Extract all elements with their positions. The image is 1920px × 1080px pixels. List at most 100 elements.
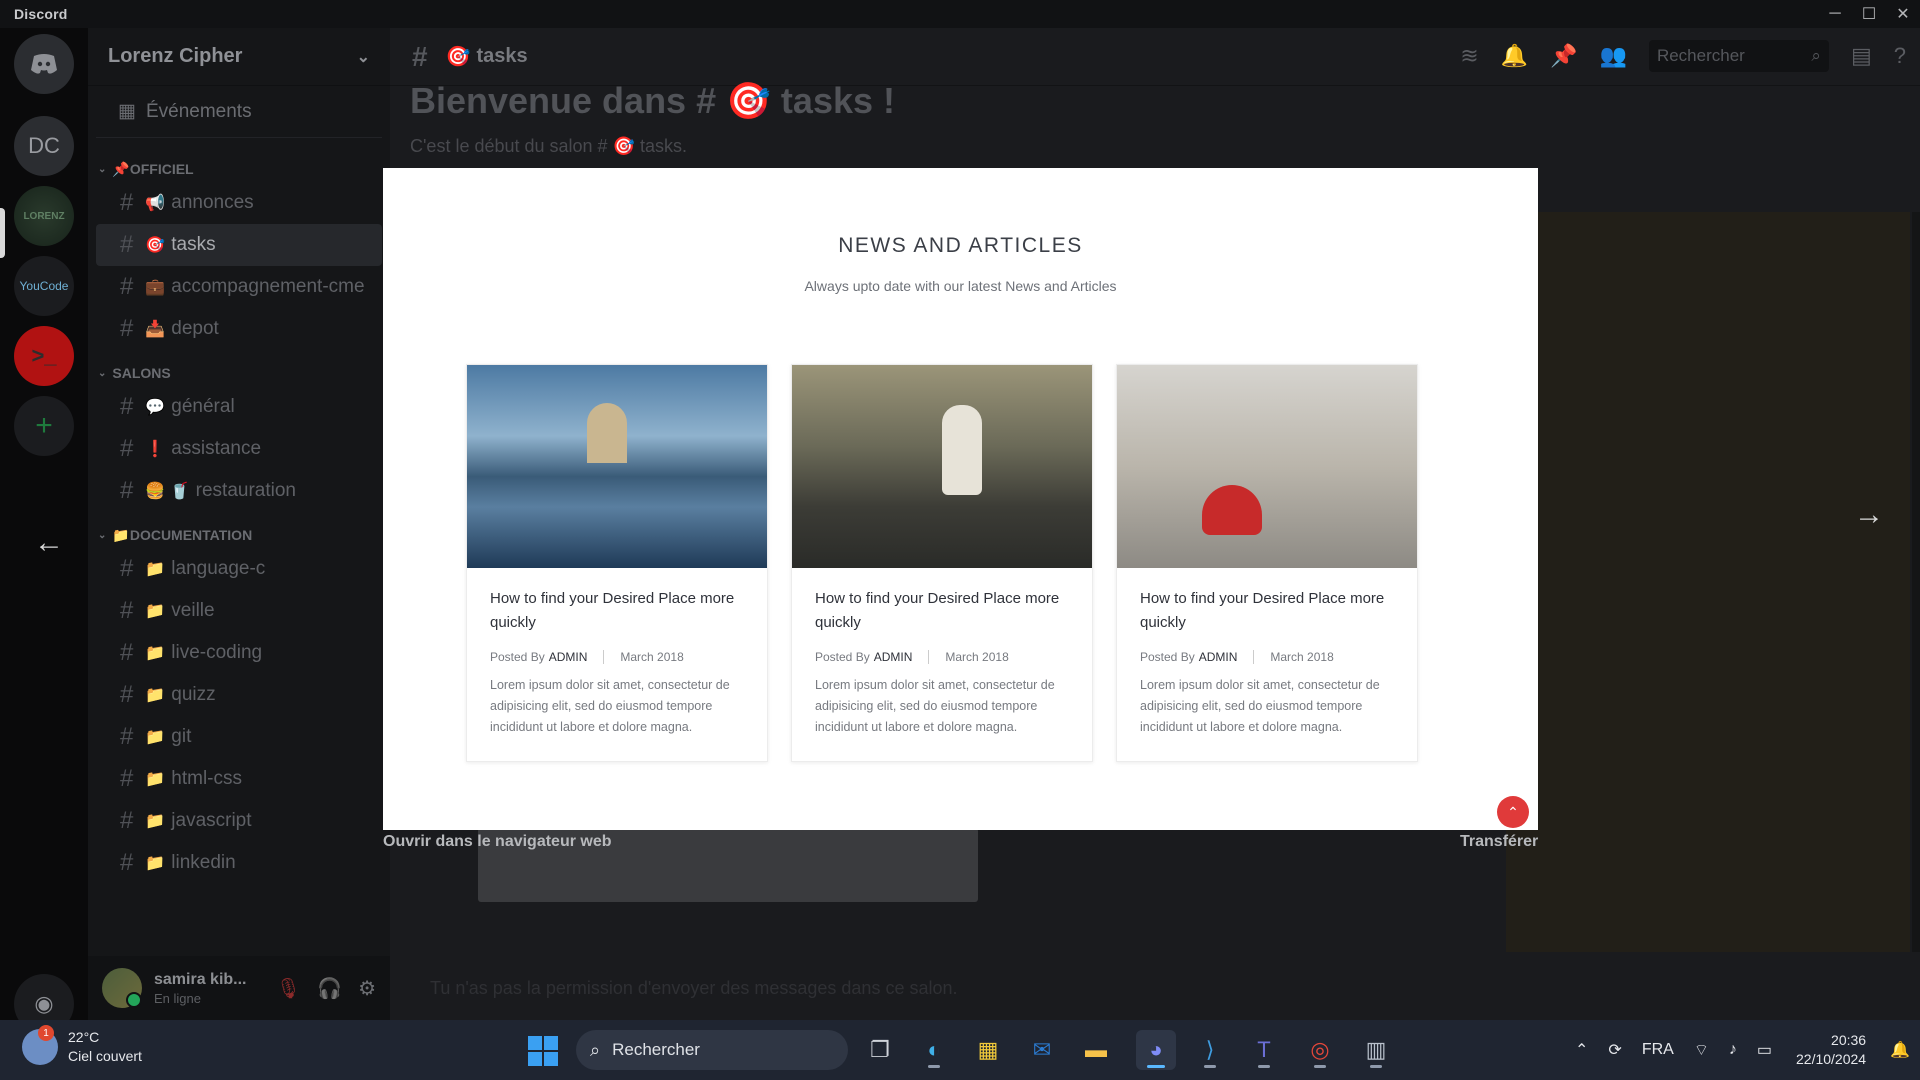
- article-card[interactable]: How to find your Desired Place more quic…: [1116, 364, 1418, 762]
- channel-label: live-coding: [171, 642, 263, 663]
- server-youcode[interactable]: YouCode: [14, 256, 74, 316]
- hash-icon: #: [120, 681, 134, 708]
- system-tray: ⌃ ⟳ FRA ⌔ ♪ ▭ 20:36 22/10/2024 🔔: [1565, 1020, 1920, 1080]
- channel-item-active[interactable]: # 🎯 tasks: [96, 224, 382, 266]
- open-in-browser-link[interactable]: Ouvrir dans le navigateur web: [383, 833, 612, 851]
- channel-label: annonces: [171, 192, 254, 213]
- channel-item[interactable]: # 📁 javascript: [96, 800, 382, 842]
- channel-item[interactable]: # 📁 linkedin: [96, 842, 382, 884]
- channel-item[interactable]: # 📁 git: [96, 716, 382, 758]
- channel-label: veille: [171, 600, 215, 621]
- threads-icon[interactable]: ≋: [1460, 43, 1478, 69]
- help-icon[interactable]: ?: [1894, 43, 1906, 69]
- events-label: Événements: [145, 100, 252, 122]
- bell-icon[interactable]: 🔔: [1501, 43, 1528, 69]
- search-input[interactable]: Rechercher ⌕: [1648, 40, 1829, 72]
- article-card[interactable]: How to find your Desired Place more quic…: [466, 364, 768, 762]
- channel-label: linkedin: [171, 852, 236, 873]
- close-button[interactable]: ✕: [1886, 0, 1920, 28]
- outlook-icon[interactable]: ✉: [1022, 1030, 1062, 1070]
- channel-item[interactable]: # 📥 depot: [96, 308, 382, 350]
- weather-widget[interactable]: 1 22°C Ciel couvert: [22, 1025, 142, 1066]
- gear-icon[interactable]: ⚙: [358, 976, 376, 1001]
- article-card[interactable]: How to find your Desired Place more quic…: [791, 364, 1093, 762]
- channel-item[interactable]: # 📁 language-c: [96, 548, 382, 590]
- teams-icon[interactable]: T: [1244, 1030, 1284, 1070]
- vscode-icon[interactable]: ⟩: [1190, 1030, 1230, 1070]
- search-placeholder: Rechercher: [1656, 46, 1745, 65]
- channel-item[interactable]: # ❗ assistance: [96, 428, 382, 470]
- battery-icon[interactable]: ▭: [1757, 1040, 1772, 1060]
- article-image: [792, 365, 1092, 568]
- clock[interactable]: 20:36 22/10/2024: [1796, 1031, 1866, 1069]
- hash-icon: #: [120, 477, 134, 504]
- category-salons[interactable]: ⌄ SALONS: [88, 360, 390, 386]
- scrollbar[interactable]: [1912, 212, 1920, 952]
- arrow-left-icon[interactable]: ←: [34, 526, 64, 560]
- minimize-button[interactable]: ─: [1818, 0, 1852, 28]
- article-image: [1117, 365, 1417, 568]
- volume-icon[interactable]: ♪: [1729, 1041, 1737, 1059]
- category-emoji: 📌: [112, 160, 130, 177]
- chevron-up-icon[interactable]: ⌃: [1575, 1040, 1588, 1060]
- search-icon: ⌕: [590, 1039, 601, 1060]
- maximize-button[interactable]: ☐: [1852, 0, 1886, 28]
- notification-bell-icon[interactable]: 🔔: [1890, 1040, 1910, 1060]
- members-icon[interactable]: 👥: [1600, 43, 1627, 69]
- welcome-title: Bienvenue dans # 🎯 tasks !: [410, 80, 895, 121]
- task-view-icon[interactable]: ❐: [860, 1030, 900, 1070]
- store-icon[interactable]: ▦: [968, 1030, 1008, 1070]
- arrow-right-icon[interactable]: →: [1854, 498, 1884, 532]
- pin-icon[interactable]: 📌: [1550, 43, 1577, 69]
- article-title: How to find your Desired Place more quic…: [815, 590, 1060, 631]
- channel-item[interactable]: # 📁 html-css: [96, 758, 382, 800]
- inbox-icon[interactable]: ▤: [1851, 43, 1872, 69]
- category-officiel[interactable]: ⌄ 📌 OFFICIEL: [88, 156, 390, 182]
- category-documentation[interactable]: ⌄ 📁 DOCUMENTATION: [88, 522, 390, 548]
- welcome-subtitle: C'est le début du salon # 🎯 tasks.: [410, 136, 687, 156]
- channel-item[interactable]: # 📁 live-coding: [96, 632, 382, 674]
- channel-item[interactable]: # 💼 accompagnement-cme: [96, 266, 382, 308]
- add-server-button[interactable]: +: [14, 396, 74, 456]
- channel-sidebar: Lorenz Cipher ⌄ ▦ Événements ⌄ 📌 OFFICIE…: [88, 28, 390, 1020]
- file-explorer-icon[interactable]: ▬: [1076, 1030, 1116, 1070]
- channel-item[interactable]: # 🍔 🥤 restauration: [96, 470, 382, 512]
- chevron-down-icon: ⌄: [98, 529, 107, 541]
- taskbar-search[interactable]: ⌕ Rechercher: [576, 1030, 848, 1070]
- channel-label: général: [171, 396, 235, 417]
- windows-start-icon[interactable]: [528, 1036, 558, 1066]
- server-terminal[interactable]: >_: [14, 326, 74, 386]
- wifi-icon[interactable]: ⌔: [1694, 1040, 1709, 1060]
- channel-item[interactable]: # 📁 veille: [96, 590, 382, 632]
- folder-icon: 📁: [145, 687, 166, 704]
- server-dc[interactable]: DC: [14, 116, 74, 176]
- server-lorenz-cipher[interactable]: LORENZ: [14, 186, 74, 246]
- divider: [928, 650, 930, 664]
- scroll-to-top-button[interactable]: ⌃: [1497, 796, 1529, 828]
- edge-icon[interactable]: ◐: [914, 1030, 954, 1070]
- article-title: How to find your Desired Place more quic…: [1140, 590, 1385, 631]
- hash-icon: #: [120, 393, 134, 420]
- channel-header-emoji: 🎯: [445, 46, 471, 68]
- article-author: ADMIN: [1198, 650, 1238, 664]
- language-indicator[interactable]: FRA: [1642, 1041, 1674, 1059]
- channel-emoji: ❗: [145, 441, 166, 458]
- channel-item[interactable]: # 💬 général: [96, 386, 382, 428]
- user-info[interactable]: samira kib... En ligne: [154, 971, 247, 1006]
- hash-icon: #: [120, 315, 134, 342]
- channel-item[interactable]: # 📁 quizz: [96, 674, 382, 716]
- discord-home-icon[interactable]: [14, 34, 74, 94]
- avatar[interactable]: [102, 968, 142, 1008]
- headphones-icon[interactable]: 🎧: [317, 976, 342, 1001]
- sync-icon[interactable]: ⟳: [1608, 1040, 1621, 1060]
- microphone-muted-icon[interactable]: 🎙: [276, 976, 301, 1001]
- article-meta: Posted By ADMIN March 2018: [1140, 650, 1334, 664]
- events-item[interactable]: ▦ Événements: [96, 86, 382, 138]
- discord-taskbar-icon[interactable]: ◕: [1136, 1030, 1176, 1070]
- article-image: [467, 365, 767, 568]
- chrome-icon[interactable]: ◎: [1300, 1030, 1340, 1070]
- channel-item[interactable]: # 📢 annonces: [96, 182, 382, 224]
- forward-link[interactable]: Transférer: [1460, 833, 1538, 851]
- calculator-icon[interactable]: ▥: [1356, 1030, 1396, 1070]
- server-header[interactable]: Lorenz Cipher ⌄: [88, 28, 390, 86]
